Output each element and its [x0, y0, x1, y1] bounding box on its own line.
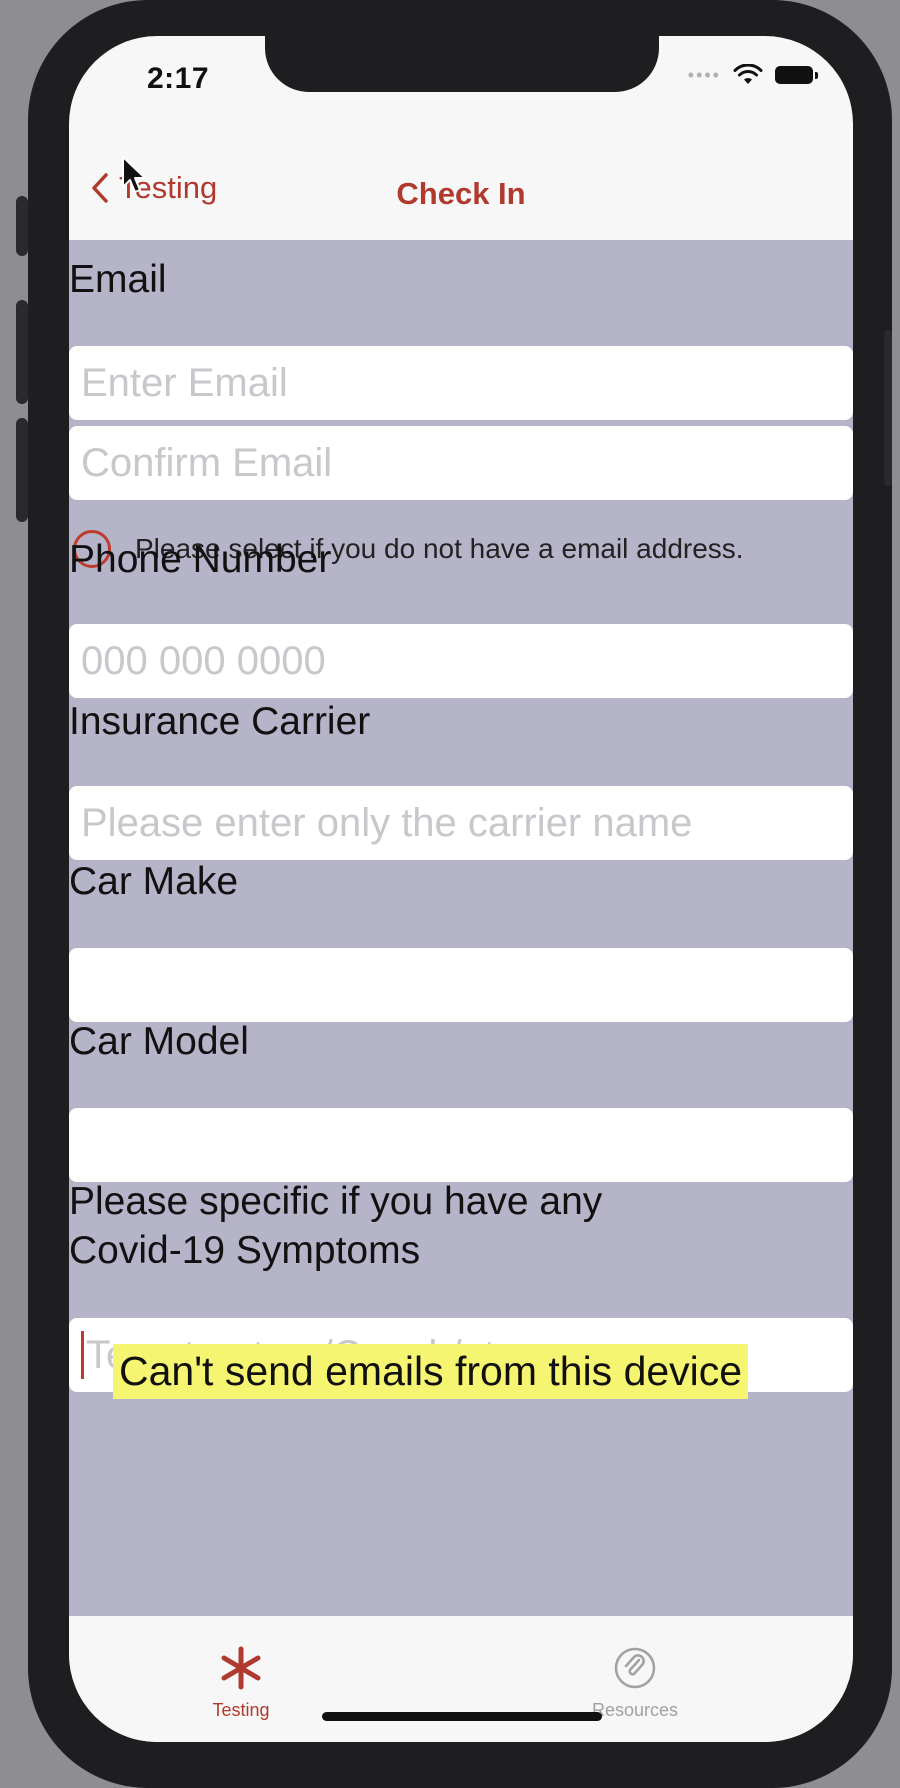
- paperclip-icon: [565, 1640, 705, 1696]
- battery-icon: [775, 66, 818, 84]
- text-caret: [81, 1331, 84, 1379]
- confirm-email-field[interactable]: Confirm Email: [69, 426, 853, 500]
- tab-bar: Testing Resources: [69, 1616, 853, 1742]
- asterisk-icon: [171, 1640, 311, 1696]
- email-label: Email: [69, 258, 167, 301]
- navigation-bar: Testing Check In: [69, 136, 853, 241]
- status-time: 2:17: [147, 62, 210, 95]
- page-title: Check In: [396, 176, 526, 211]
- home-indicator: [322, 1712, 602, 1721]
- symptoms-label: Please specific if you have any Covid-19…: [69, 1178, 602, 1276]
- phone-field[interactable]: 000 000 0000: [69, 624, 853, 698]
- symptoms-label-line2: Covid-19 Symptoms: [69, 1228, 421, 1272]
- phone-label: Phone Number: [69, 538, 332, 581]
- insurance-label: Insurance Carrier: [69, 700, 371, 743]
- tab-resources[interactable]: Resources: [565, 1640, 705, 1721]
- car-make-label: Car Make: [69, 860, 239, 903]
- volume-up-button: [16, 300, 28, 404]
- check-in-form: Email Enter Email Confirm Email Please s…: [69, 240, 853, 1616]
- car-make-field[interactable]: [69, 948, 853, 1022]
- wifi-icon: [733, 64, 763, 84]
- mute-switch: [16, 196, 28, 256]
- tab-testing-label: Testing: [212, 1700, 270, 1720]
- notch: [265, 36, 659, 92]
- symptoms-label-line1: Please specific if you have any: [69, 1180, 603, 1223]
- email-field[interactable]: Enter Email: [69, 346, 853, 420]
- status-indicators: ••••: [687, 64, 818, 86]
- insurance-field[interactable]: Please enter only the carrier name: [69, 786, 853, 860]
- power-button: [884, 330, 892, 486]
- app-screen: 2:17 •••• Testing Check In Email Enter E…: [69, 36, 853, 1742]
- car-model-label: Car Model: [69, 1020, 249, 1063]
- tab-testing[interactable]: Testing: [171, 1640, 311, 1721]
- mouse-pointer-icon: [122, 156, 146, 193]
- car-model-field[interactable]: [69, 1108, 853, 1182]
- volume-down-button: [16, 418, 28, 522]
- email-warning: Can't send emails from this device: [113, 1344, 749, 1399]
- cellular-signal-icon: ••••: [687, 64, 721, 85]
